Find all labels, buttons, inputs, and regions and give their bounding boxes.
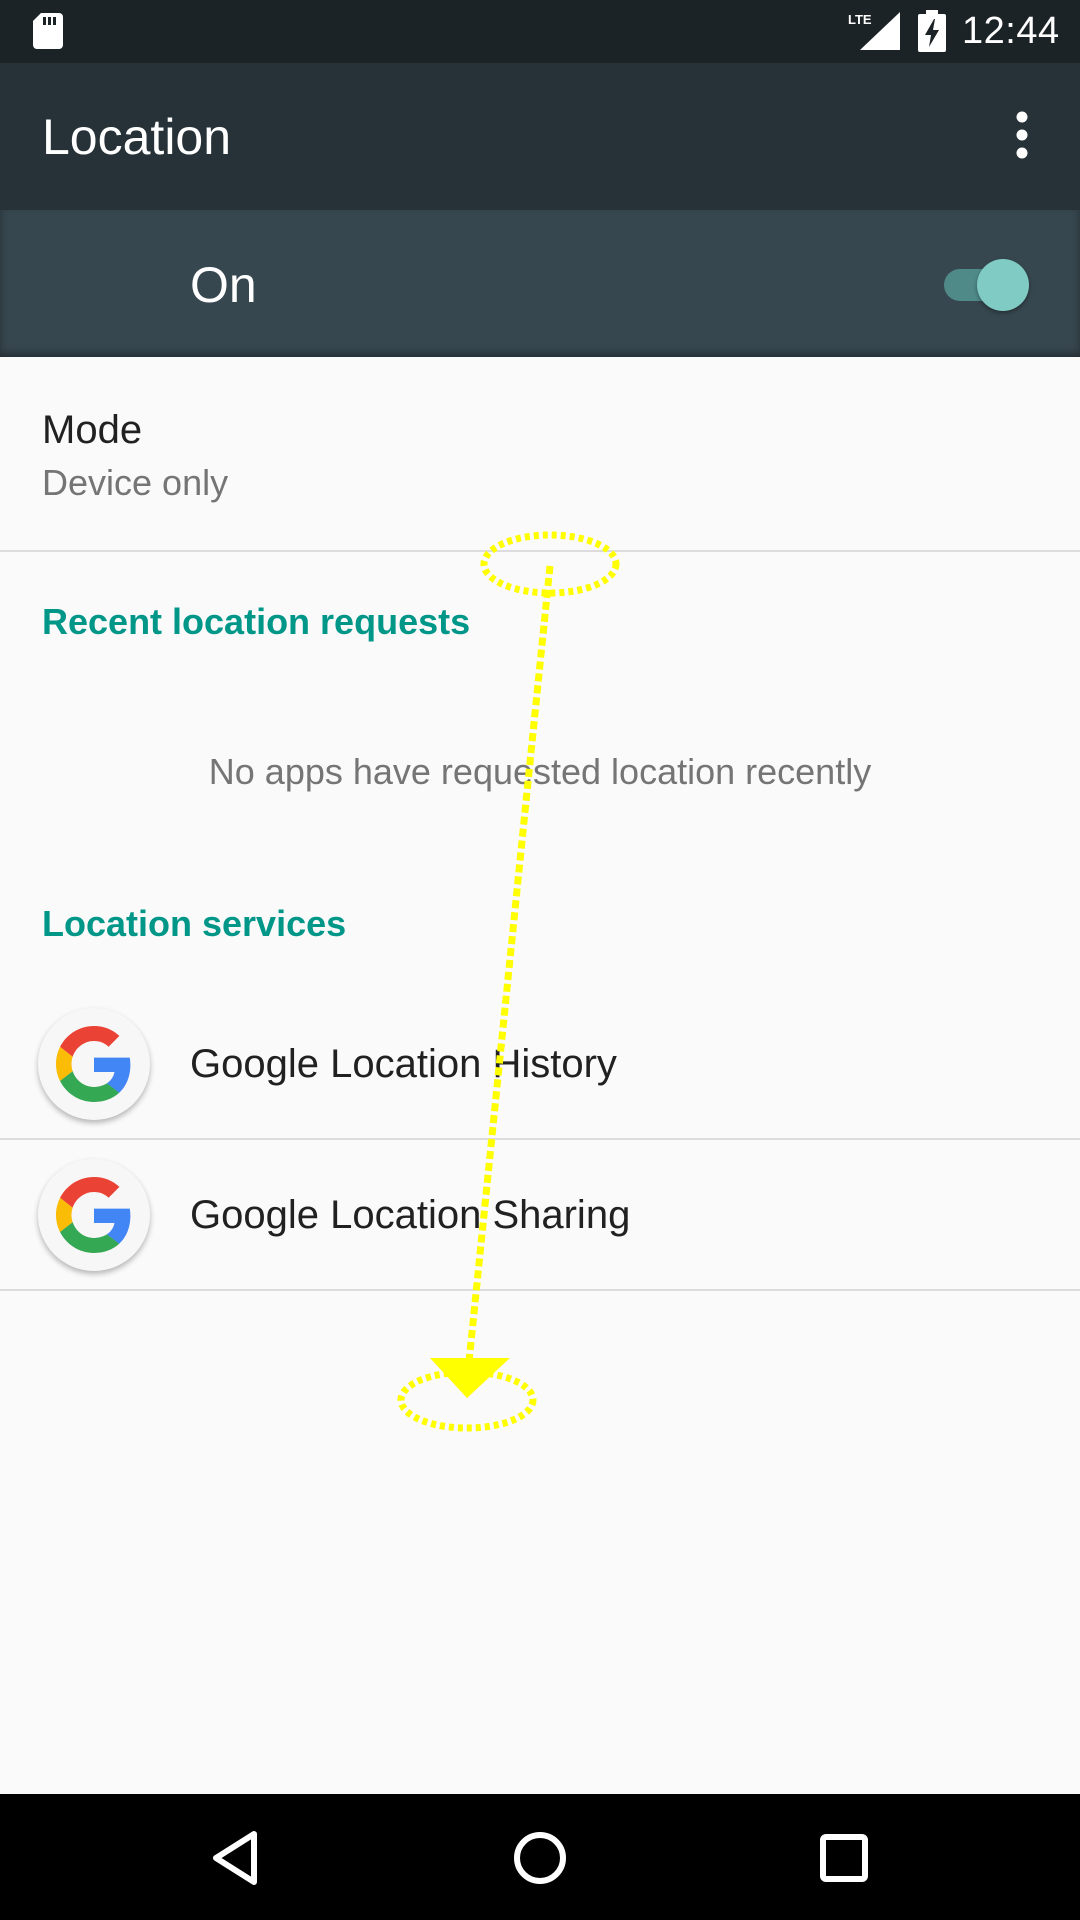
list-item-google-location-sharing[interactable]: Google Location Sharing bbox=[0, 1140, 1080, 1290]
divider bbox=[0, 1289, 1080, 1291]
more-options-button[interactable] bbox=[998, 103, 1046, 167]
master-switch-label: On bbox=[190, 257, 257, 313]
divider bbox=[0, 550, 1080, 552]
navigation-bar bbox=[0, 1794, 1080, 1920]
swipe-end-marker bbox=[397, 1368, 537, 1432]
recent-requests-header: Recent location requests bbox=[42, 601, 471, 642]
mode-summary: Device only bbox=[42, 462, 229, 503]
sd-card-icon bbox=[33, 13, 63, 49]
mode-title: Mode bbox=[42, 408, 143, 452]
service-label: Google Location Sharing bbox=[190, 1193, 631, 1237]
mode-preference[interactable]: Mode Device only bbox=[0, 357, 1080, 550]
recents-icon[interactable] bbox=[808, 1822, 880, 1894]
google-g-icon bbox=[38, 1008, 150, 1120]
location-services-header: Location services bbox=[42, 903, 347, 944]
swipe-arrowhead bbox=[430, 1358, 510, 1398]
svg-text:LTE: LTE bbox=[848, 12, 872, 27]
back-icon[interactable] bbox=[200, 1822, 272, 1894]
status-clock: 12:44 bbox=[962, 10, 1060, 52]
service-label: Google Location History bbox=[190, 1042, 617, 1086]
app-bar: Location bbox=[0, 63, 1080, 210]
toggle-thumb bbox=[977, 259, 1029, 311]
home-icon[interactable] bbox=[504, 1822, 576, 1894]
lte-signal-icon: LTE bbox=[848, 12, 900, 50]
google-g-icon bbox=[38, 1159, 150, 1271]
status-bar: LTE 12:44 bbox=[0, 0, 1080, 63]
location-toggle[interactable] bbox=[944, 254, 1032, 314]
recent-requests-empty-text: No apps have requested location recently bbox=[208, 751, 872, 792]
more-vert-icon bbox=[1016, 111, 1028, 159]
location-master-switch-bar[interactable]: On bbox=[0, 210, 1080, 357]
battery-charging-icon bbox=[918, 10, 946, 52]
list-item-google-location-history[interactable]: Google Location History bbox=[0, 989, 1080, 1139]
page-title: Location bbox=[42, 109, 232, 165]
